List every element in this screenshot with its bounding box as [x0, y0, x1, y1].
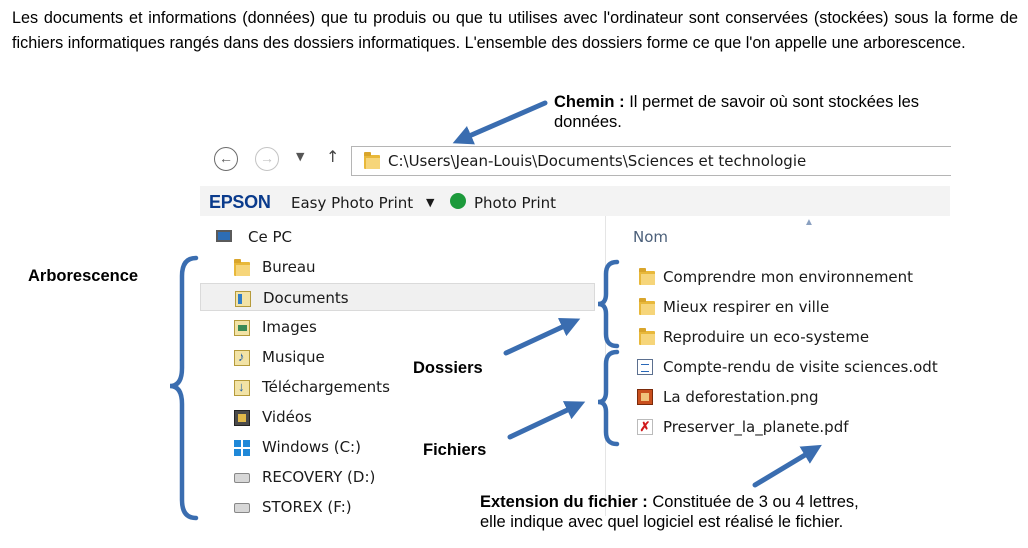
- chemin-arrow: [452, 100, 548, 145]
- dossiers-brace: [597, 259, 620, 349]
- dossiers-arrow: [503, 317, 581, 356]
- fichiers-arrow: [507, 401, 586, 440]
- fichiers-brace: [597, 349, 620, 447]
- extension-arrow: [752, 444, 822, 488]
- annotation-overlay: [169, 100, 822, 521]
- arborescence-brace: [169, 255, 199, 521]
